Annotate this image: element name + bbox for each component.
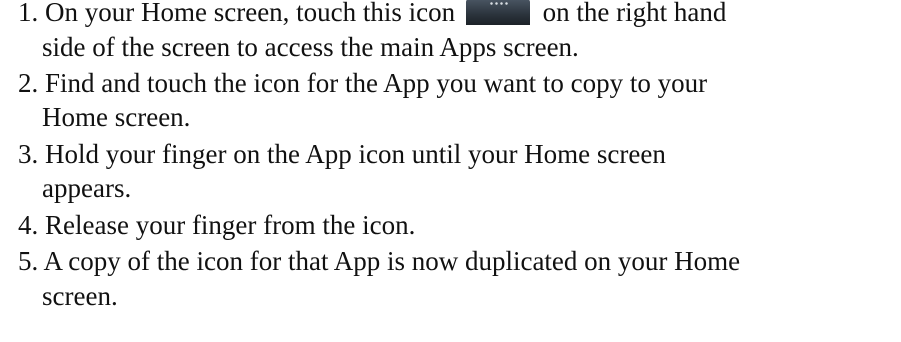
instructions-document: 1. On your Home screen, touch this icon … bbox=[0, 0, 901, 342]
step-number: 3. bbox=[18, 139, 39, 169]
step-2: 2. Find and touch the icon for the App y… bbox=[18, 67, 707, 100]
step-text: side of the screen to access the main Ap… bbox=[42, 32, 579, 62]
step-text: Hold your finger on the App icon until y… bbox=[45, 139, 666, 169]
step-text: on the right hand bbox=[542, 0, 727, 27]
step-number: 2. bbox=[18, 68, 39, 98]
apps-grid-icon bbox=[465, 0, 530, 25]
step-5: 5. A copy of the icon for that App is no… bbox=[18, 245, 740, 278]
step-3: 3. Hold your finger on the App icon unti… bbox=[18, 138, 666, 171]
step-text: A copy of the icon for that App is now d… bbox=[43, 246, 741, 276]
step-text: appears. bbox=[42, 173, 132, 203]
step-number: 5. bbox=[18, 246, 39, 276]
step-text: Release your finger from the icon. bbox=[45, 210, 416, 240]
step-text: Home screen. bbox=[42, 102, 191, 132]
step-text: On your Home screen, touch this icon bbox=[45, 0, 456, 27]
step-text: screen. bbox=[42, 281, 118, 311]
step-text: Find and touch the icon for the App you … bbox=[45, 68, 708, 98]
step-number: 4. bbox=[18, 210, 39, 240]
step-1: 1. On your Home screen, touch this icon … bbox=[18, 0, 726, 29]
step-number: 1. bbox=[18, 0, 39, 27]
step-4: 4. Release your finger from the icon. bbox=[18, 209, 415, 242]
